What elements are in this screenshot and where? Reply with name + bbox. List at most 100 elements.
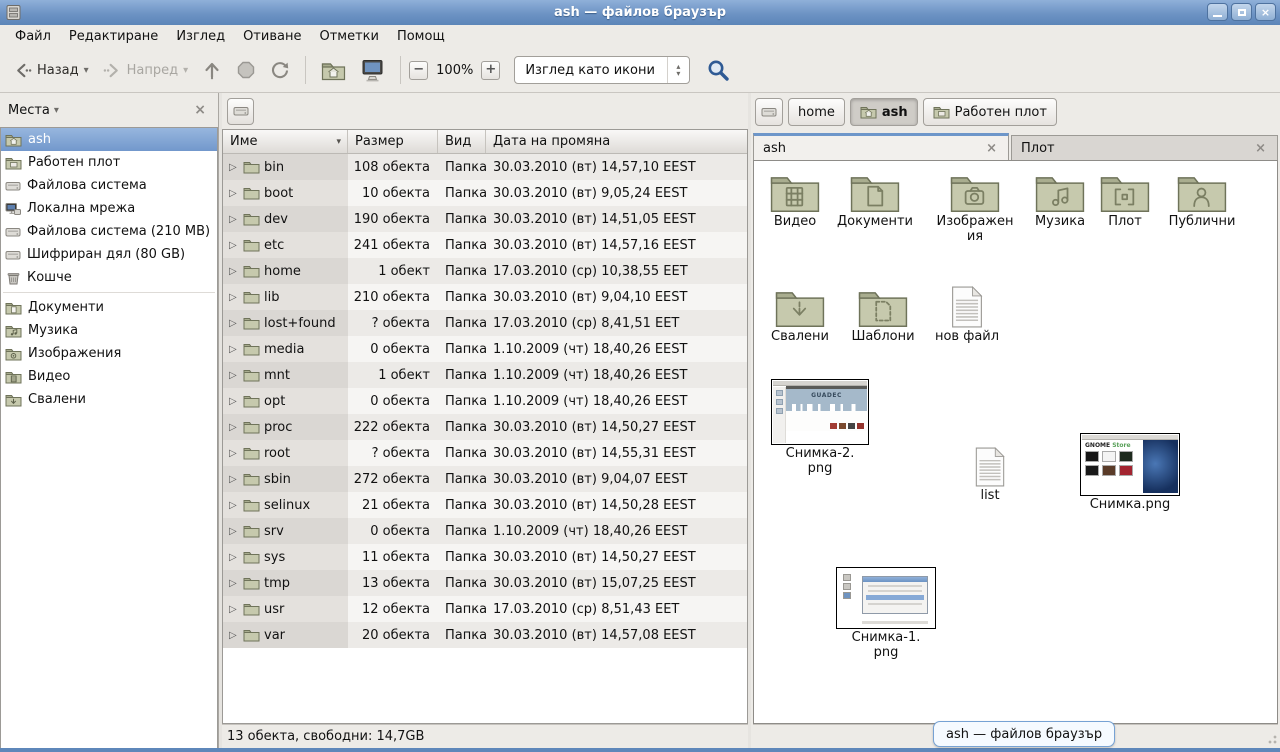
path-button-ash[interactable]: ash <box>850 98 918 126</box>
close-button[interactable]: × <box>1255 3 1276 21</box>
sidebar-item-volume-210mb[interactable]: Файлова система (210 MB) <box>1 220 217 243</box>
icon-item-folder-desktop[interactable]: Плот <box>1085 171 1165 230</box>
sidebar-item-encrypted-80gb[interactable]: Шифриран дял (80 GB) <box>1 243 217 266</box>
sidebar-item-music[interactable]: Музика <box>1 319 217 342</box>
icon-item-folder-public[interactable]: Публични <box>1158 171 1246 230</box>
expander-icon[interactable]: ▷ <box>229 578 239 589</box>
menu-item-bookmarks[interactable]: Отметки <box>310 27 387 46</box>
search-button[interactable] <box>702 54 734 86</box>
icon-item-folder-documents[interactable]: Документи <box>833 171 917 230</box>
icon-item-image-snimka[interactable]: GNOME StoreСнимка.png <box>1074 433 1186 513</box>
sidebar-item-pictures[interactable]: Изображения <box>1 342 217 365</box>
sidebar-item-trash[interactable]: Кошче <box>1 266 217 289</box>
reload-button[interactable] <box>263 55 297 85</box>
tree-row-bin[interactable]: ▷bin108 обектаПапка30.03.2010 (вт) 14,57… <box>223 154 747 180</box>
back-button[interactable]: Назад ▾ <box>6 56 96 85</box>
path-button-filesystem[interactable] <box>755 98 783 126</box>
sidebar-item-filesystem[interactable]: Файлова система <box>1 174 217 197</box>
titlebar[interactable]: ash — файлов браузър × <box>0 0 1280 25</box>
expander-icon[interactable]: ▷ <box>229 266 239 277</box>
expander-icon[interactable]: ▷ <box>229 500 239 511</box>
icon-item-folder-templates[interactable]: Шаблони <box>841 286 925 345</box>
icon-view[interactable]: ВидеоДокументиИзображенияМузикаПлотПубли… <box>753 160 1278 724</box>
icon-item-folder-downloads[interactable]: Свалени <box>758 286 842 345</box>
menu-item-view[interactable]: Изглед <box>167 27 234 46</box>
sidebar-item-documents[interactable]: Документи <box>1 296 217 319</box>
maximize-button[interactable] <box>1231 3 1252 21</box>
tree-row-sys[interactable]: ▷sys11 обектаПапка30.03.2010 (вт) 14,50,… <box>223 544 747 570</box>
up-button[interactable] <box>195 55 229 85</box>
sidebar-mode-selector[interactable]: Места ▾ <box>8 103 59 118</box>
menu-item-edit[interactable]: Редактиране <box>60 27 167 46</box>
column-header-date[interactable]: Дата на промяна <box>486 130 747 153</box>
tree-row-selinux[interactable]: ▷selinux21 обектаПапка30.03.2010 (вт) 14… <box>223 492 747 518</box>
expander-icon[interactable]: ▷ <box>229 474 239 485</box>
icon-item-file-list[interactable]: list <box>954 447 1026 504</box>
expander-icon[interactable]: ▷ <box>229 292 239 303</box>
resize-grip[interactable] <box>1265 732 1277 744</box>
tree-row-home[interactable]: ▷home1 обектПапка17.03.2010 (ср) 10,38,5… <box>223 258 747 284</box>
tree-row-proc[interactable]: ▷proc222 обектаПапка30.03.2010 (вт) 14,5… <box>223 414 747 440</box>
expander-icon[interactable]: ▷ <box>229 214 239 225</box>
view-mode-combo[interactable]: Изглед като икони ▴▾ <box>514 56 690 84</box>
expander-icon[interactable]: ▷ <box>229 526 239 537</box>
home-button[interactable] <box>314 55 353 86</box>
tree-row-opt[interactable]: ▷opt0 обектаПапка1.10.2009 (чт) 18,40,26… <box>223 388 747 414</box>
tree-row-root[interactable]: ▷root? обектаПапка30.03.2010 (вт) 14,55,… <box>223 440 747 466</box>
tab-close-icon[interactable]: × <box>1253 141 1268 156</box>
tree-row-usr[interactable]: ▷usr12 обектаПапка17.03.2010 (ср) 8,51,4… <box>223 596 747 622</box>
expander-icon[interactable]: ▷ <box>229 552 239 563</box>
expander-icon[interactable]: ▷ <box>229 318 239 329</box>
icon-item-file-new[interactable]: нов файл <box>925 286 1009 345</box>
stop-button[interactable] <box>229 55 263 85</box>
tree-row-srv[interactable]: ▷srv0 обектаПапка1.10.2009 (чт) 18,40,26… <box>223 518 747 544</box>
icon-item-folder-videos[interactable]: Видео <box>754 171 836 230</box>
menu-item-help[interactable]: Помощ <box>388 27 454 46</box>
expander-icon[interactable]: ▷ <box>229 396 239 407</box>
zoom-out-button[interactable]: − <box>409 61 428 80</box>
expander-icon[interactable]: ▷ <box>229 344 239 355</box>
expander-icon[interactable]: ▷ <box>229 162 239 173</box>
minimize-button[interactable] <box>1207 3 1228 21</box>
expander-icon[interactable]: ▷ <box>229 630 239 641</box>
column-header-size[interactable]: Размер <box>348 130 438 153</box>
expander-icon[interactable]: ▷ <box>229 422 239 433</box>
tree-row-etc[interactable]: ▷etc241 обектаПапка30.03.2010 (вт) 14,57… <box>223 232 747 258</box>
tree-row-lib[interactable]: ▷lib210 обектаПапка30.03.2010 (вт) 9,04,… <box>223 284 747 310</box>
tree-row-tmp[interactable]: ▷tmp13 обектаПапка30.03.2010 (вт) 15,07,… <box>223 570 747 596</box>
tree-root-button[interactable] <box>227 98 254 125</box>
sidebar-item-home[interactable]: ash <box>1 128 217 151</box>
tree-row-sbin[interactable]: ▷sbin272 обектаПапка30.03.2010 (вт) 9,04… <box>223 466 747 492</box>
tree-row-var[interactable]: ▷var20 обектаПапка30.03.2010 (вт) 14,57,… <box>223 622 747 648</box>
sidebar-item-desktop[interactable]: Работен плот <box>1 151 217 174</box>
expander-icon[interactable]: ▷ <box>229 448 239 459</box>
menu-item-file[interactable]: Файл <box>6 27 60 46</box>
expander-icon[interactable]: ▷ <box>229 604 239 615</box>
icon-item-image-snimka-2[interactable]: GUADECСнимка-2.png <box>766 379 874 477</box>
menu-item-go[interactable]: Отиване <box>234 27 310 46</box>
sidebar-item-videos[interactable]: Видео <box>1 365 217 388</box>
expander-icon[interactable]: ▷ <box>229 188 239 199</box>
expander-icon[interactable]: ▷ <box>229 240 239 251</box>
icon-item-folder-pictures[interactable]: Изображения <box>931 171 1019 245</box>
path-button-home[interactable]: home <box>788 98 845 126</box>
tab-close-icon[interactable]: × <box>984 141 999 156</box>
column-header-name[interactable]: Име▾ <box>223 130 348 153</box>
forward-button[interactable]: Напред ▾ <box>96 56 196 85</box>
tree-row-dev[interactable]: ▷dev190 обектаПапка30.03.2010 (вт) 14,51… <box>223 206 747 232</box>
sidebar-item-network[interactable]: Локална мрежа <box>1 197 217 220</box>
sidebar-item-downloads[interactable]: Свалени <box>1 388 217 411</box>
column-header-type[interactable]: Вид <box>438 130 486 153</box>
expander-icon[interactable]: ▷ <box>229 370 239 381</box>
icon-item-image-snimka-1[interactable]: Снимка-1.png <box>830 567 942 661</box>
tree-row-lost+found[interactable]: ▷lost+found? обектаПапка17.03.2010 (ср) … <box>223 310 747 336</box>
tree-row-boot[interactable]: ▷boot10 обектаПапка30.03.2010 (вт) 9,05,… <box>223 180 747 206</box>
back-dropdown-icon[interactable]: ▾ <box>84 65 89 76</box>
tab-ash[interactable]: ash× <box>753 133 1009 160</box>
tab-плот[interactable]: Плот× <box>1011 135 1278 160</box>
computer-button[interactable] <box>353 54 392 87</box>
tree-row-mnt[interactable]: ▷mnt1 обектПапка1.10.2009 (чт) 18,40,26 … <box>223 362 747 388</box>
tree-row-media[interactable]: ▷media0 обектаПапка1.10.2009 (чт) 18,40,… <box>223 336 747 362</box>
sidebar-close-icon[interactable]: × <box>190 102 210 118</box>
path-button-desktop[interactable]: Работен плот <box>923 98 1057 126</box>
